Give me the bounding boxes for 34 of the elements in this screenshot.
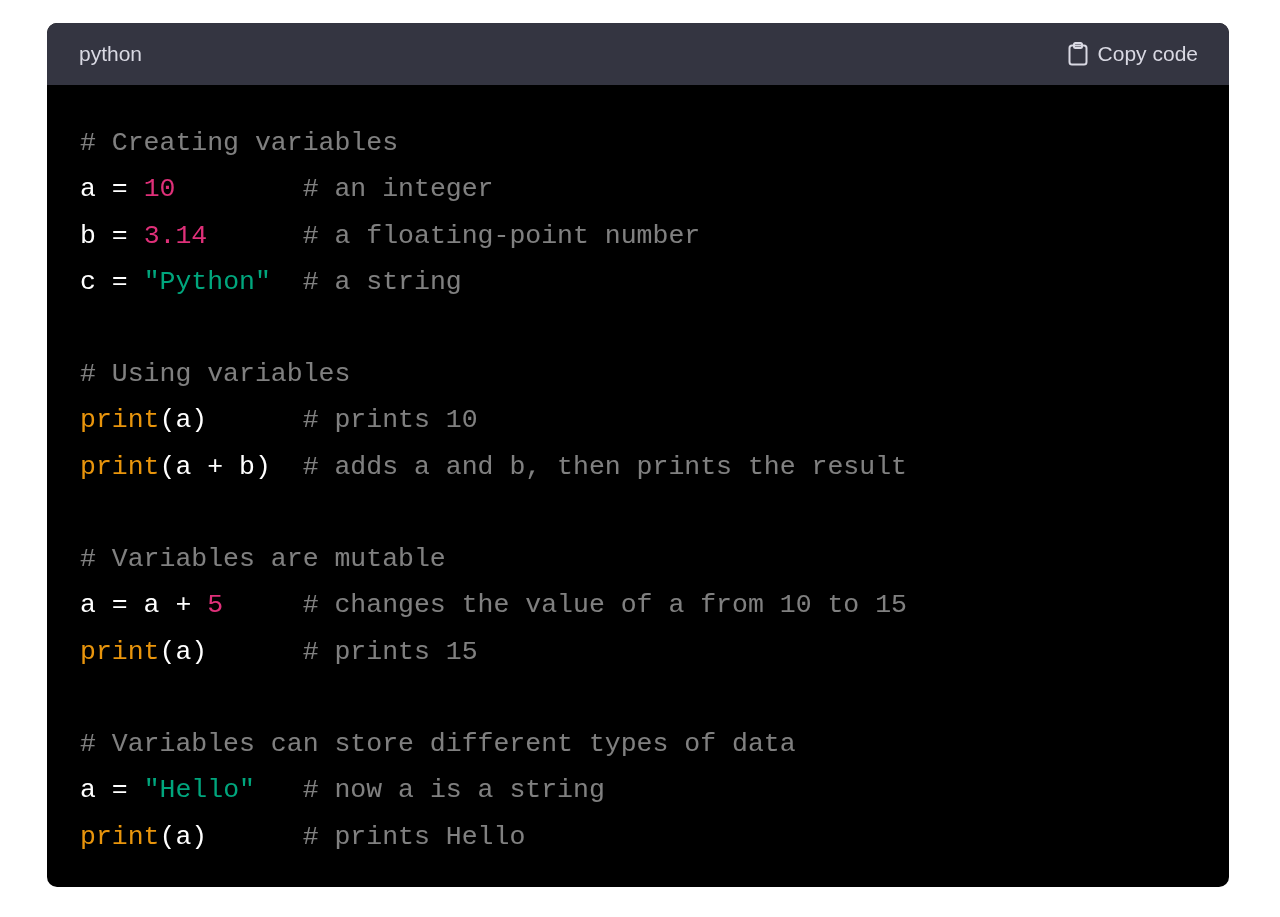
function-name: print — [80, 636, 160, 667]
copy-code-button[interactable]: Copy code — [1067, 42, 1198, 66]
function-name: print — [80, 821, 160, 852]
number-literal: 3.14 — [143, 220, 208, 251]
string-literal: "Hello" — [143, 775, 255, 806]
code-comment: # prints Hello — [301, 821, 526, 852]
code-comment: # a string — [301, 266, 462, 297]
code-comment: # now a is a string — [301, 775, 605, 806]
code-comment: # adds a and b, then prints the result — [301, 451, 907, 482]
code-comment: # Variables can store different types of data — [80, 728, 796, 759]
code-comment: # prints 10 — [301, 405, 478, 436]
number-literal: 5 — [207, 590, 224, 621]
code-comment: # prints 15 — [301, 636, 478, 667]
function-name: print — [80, 451, 160, 482]
code-comment: # Creating variables — [80, 128, 399, 158]
code-text: (a) — [159, 636, 208, 667]
code-text: (a) — [159, 405, 208, 436]
number-literal: 10 — [143, 174, 176, 205]
code-text: c = — [80, 266, 129, 297]
code-comment: # changes the value of a from 10 to 15 — [301, 590, 907, 621]
code-comment: # a floating-point number — [301, 220, 701, 251]
code-text: a = — [80, 174, 129, 205]
code-text: (a) — [159, 821, 208, 852]
code-text: b = — [80, 220, 129, 251]
clipboard-icon — [1067, 42, 1088, 66]
code-text: a = a + — [80, 590, 193, 621]
code-comment: # an integer — [301, 174, 494, 205]
code-comment: # Variables are mutable — [80, 544, 446, 575]
code-comment: # Using variables — [80, 359, 351, 390]
code-text: (a + b) — [159, 451, 271, 482]
language-label: python — [79, 42, 143, 66]
string-literal: "Python" — [143, 266, 271, 297]
code-text: a = — [80, 775, 129, 806]
function-name: print — [80, 405, 160, 436]
